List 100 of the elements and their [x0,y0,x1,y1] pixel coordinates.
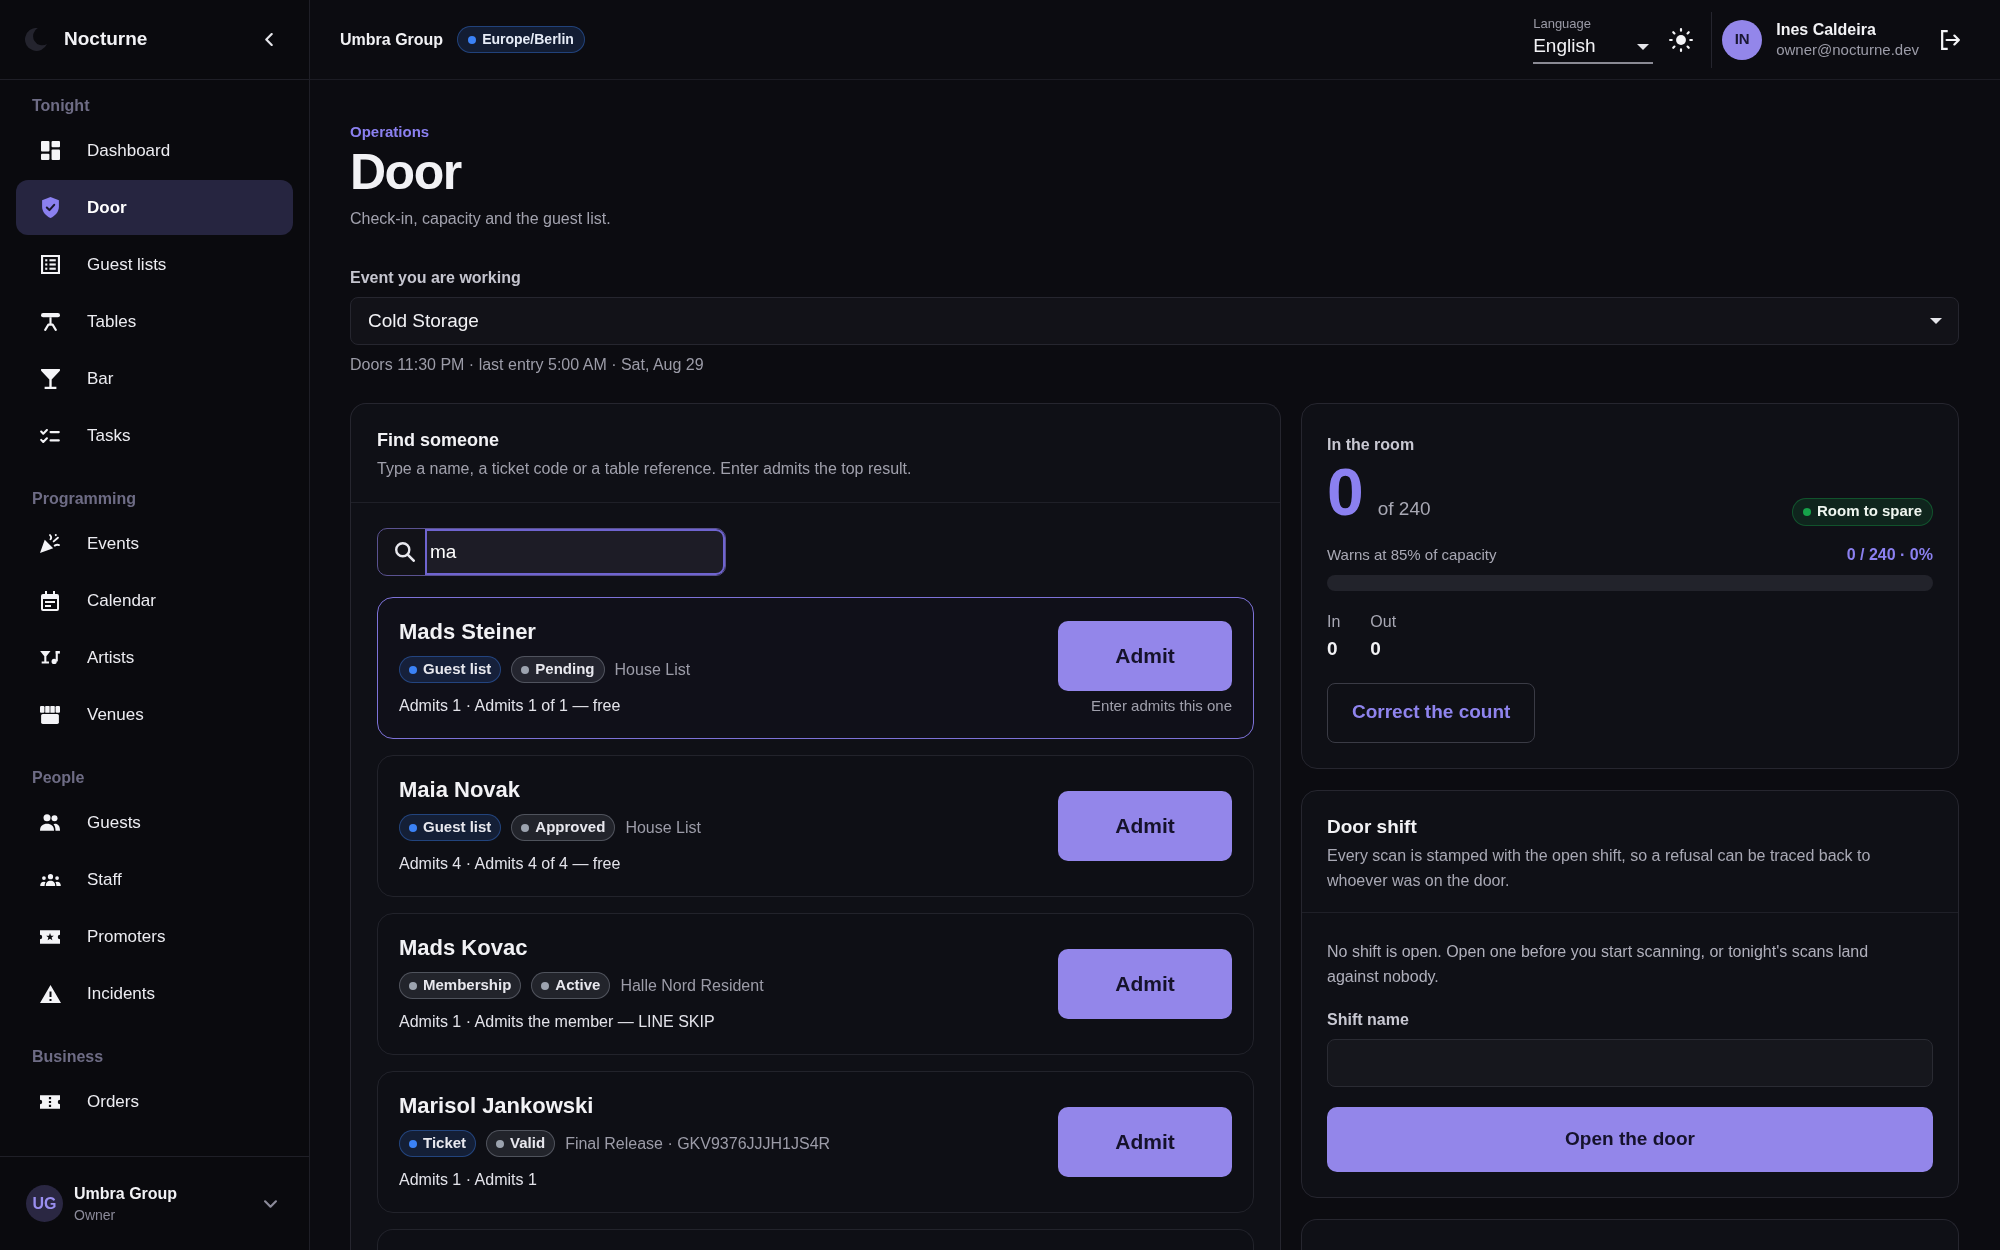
list-name: House List [614,659,691,680]
admit-button[interactable]: Admit [1058,1107,1232,1177]
search-field[interactable]: ma [377,528,726,576]
nav-item[interactable]: Staff [16,852,293,907]
timezone-label: Europe/Berlin [482,30,574,49]
tag-label: Guest list [423,817,492,838]
room-count: 0 [1327,462,1364,522]
admits-info: Admits 1 · Admits 1 of 1 — free [399,696,622,716]
open-door-button[interactable]: Open the door [1327,1106,1933,1172]
language-select[interactable]: English [1533,31,1654,64]
shift-name-field[interactable] [1327,1038,1933,1087]
tag-label: Pending [535,659,595,680]
status-label: Room to spare [1817,501,1922,522]
guest-name: Mads Steiner [399,618,537,646]
nav-item[interactable]: Dashboard [16,123,293,178]
group-icon [39,873,61,886]
page-subtitle: Check-in, capacity and the guest list. [350,209,612,229]
tag-label: Active [555,975,601,996]
admit-button[interactable]: Admit [1058,949,1232,1019]
counter-label: Out [1370,611,1397,632]
guest-name: Marisol Jankowski [399,1092,595,1120]
nav-item[interactable]: Tables [16,294,293,349]
event-details: Doors 11:30 PM · last entry 5:00 AM · Sat, Aug 29 [350,355,705,375]
tag-label: Membership [423,975,512,996]
shift-notice: No shift is open. Open one before you start scanning, or tonight's scans land against nobody. [1327,941,1870,987]
org-role: Owner [74,1205,117,1225]
event-select-label: Event you are working [350,268,522,288]
result-card[interactable]: Maia Novak Guest list Approved House List Admits 4 · Admits 4 of 4 — free Admit [377,755,1254,897]
nav-item[interactable]: Calendar [16,573,293,628]
admits-info: Admits 4 · Admits 4 of 4 — free [399,854,622,874]
brand-name: Nocturne [64,27,148,52]
tag-label: Guest list [423,659,492,680]
chevron-left-icon[interactable] [265,33,273,46]
admits-info: Admits 1 · Admits 1 [399,1170,538,1190]
nav-item[interactable]: Tasks [16,408,293,463]
admit-button[interactable]: Admit [1058,791,1232,861]
storefront-icon [40,705,60,724]
event-select[interactable]: Cold Storage [350,297,1959,345]
result-card[interactable]: Marisol Jankowski Ticket Valid Final Release · GKV9376JJJH1JS4R Admits 1 · Admits 1 Admit [377,1071,1254,1213]
list-name: House List [625,817,701,838]
nav-item[interactable]: Events [16,516,293,571]
admit-button[interactable]: Admit [1058,620,1232,691]
user-name: Ines Caldeira [1776,19,1877,40]
capacity-note: Warns at 85% of capacity [1327,544,1497,565]
guest-name: Maia Novak [399,776,522,804]
nav-item[interactable]: Incidents [16,966,293,1021]
caret-down-icon [1930,318,1942,324]
tag-label: Ticket [423,1133,467,1154]
checklist-icon [40,428,60,443]
nav-item[interactable]: Door [16,180,293,235]
nav-item[interactable]: Guests [16,795,293,850]
chevron-down-icon[interactable] [264,1199,277,1208]
page-title: Door [350,143,463,202]
shield-check-icon [41,197,59,218]
page-eyebrow: Operations [350,122,431,142]
calendar-icon [41,590,59,611]
room-capacity: of 240 [1377,497,1431,521]
card-title: Find someone [377,429,500,452]
user-email: owner@nocturne.dev [1776,39,1919,60]
ticket-star-icon [40,929,60,944]
nav-item[interactable]: Bar [16,351,293,406]
list-name: Halle Nord Resident [620,975,764,996]
search-icon [395,542,415,562]
result-card[interactable]: Mads Steiner Guest list Pending House List Admits 1 · Admits 1 of 1 — free Admit Enter admits this one [377,597,1254,739]
admits-info: Admits 1 · Admits the member — LINE SKIP [399,1012,716,1032]
sun-icon[interactable] [1669,27,1694,52]
hint-text: Enter admits this one [1091,695,1232,716]
card-title: In the room [1327,435,1416,455]
org-avatar: UG [26,1185,63,1222]
org-name: Umbra Group [340,29,444,50]
guest-name: Mads Kovac [399,934,529,962]
correct-count-button[interactable]: Correct the count [1327,682,1536,743]
counter-value: 0 [1327,636,1339,661]
nav-item[interactable]: Guest lists [16,237,293,292]
nav-item[interactable]: Artists [16,630,293,685]
result-card[interactable]: Mads Kovac Membership Active Halle Nord Resident Admits 1 · Admits the member — LINE SKIP Admit [377,913,1254,1055]
section-label: Programming [31,489,137,509]
nav-item[interactable]: Venues [16,687,293,742]
glass-music-note-icon [40,651,60,664]
org-name: Umbra Group [74,1183,178,1204]
logout-icon[interactable] [1941,29,1960,50]
card-description: Type a name, a ticket code or a table reference. Enter admits the top result. [377,459,913,479]
capacity-reading: 0 / 240 · 0% [1846,544,1933,565]
counter-label: In [1327,611,1341,632]
nav-item[interactable]: Orders [16,1074,293,1129]
user-avatar: IN [1722,19,1763,60]
section-label: Business [31,1047,105,1067]
field-label: Shift name [1327,1009,1410,1030]
nav-item[interactable]: Promoters [16,909,293,964]
ticket-icon [40,1094,60,1109]
list-name: Final Release · GKV9376JJJH1JS4R [565,1133,831,1154]
people-icon [40,814,60,831]
card-title: Door shift [1327,814,1418,839]
section-label: Tonight [31,96,91,116]
list-icon [40,255,60,274]
section-label: People [31,768,86,788]
language-label: Language [1533,15,1593,32]
warning-icon [39,984,61,1003]
party-popper-icon [40,534,60,553]
table-icon [40,312,60,331]
